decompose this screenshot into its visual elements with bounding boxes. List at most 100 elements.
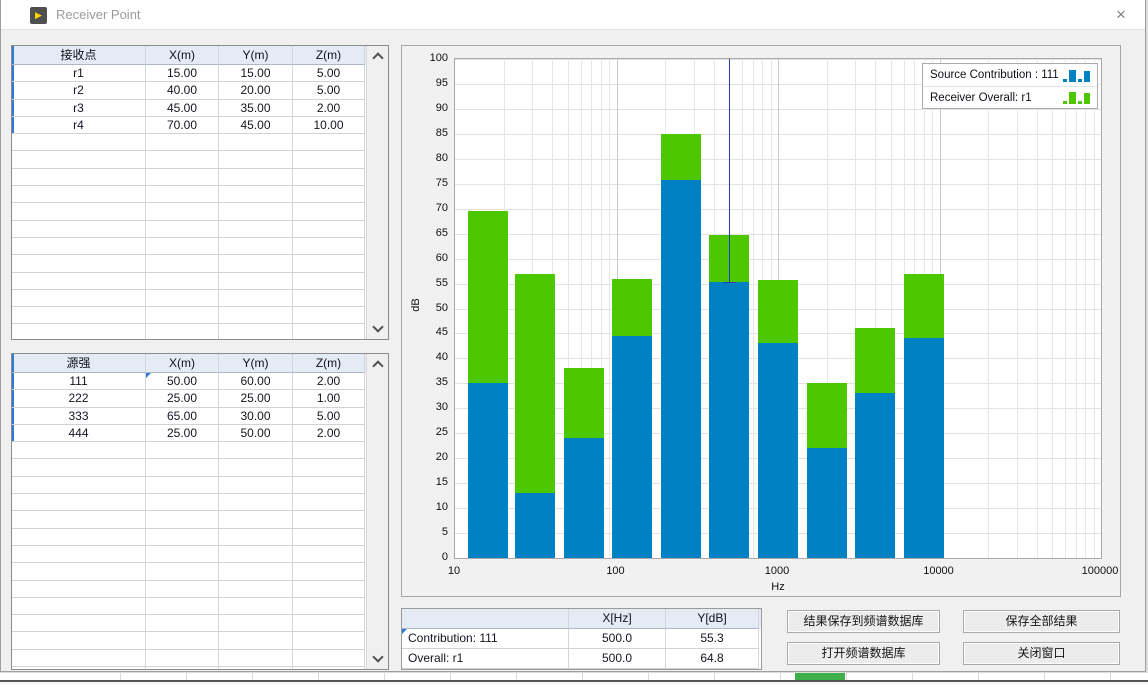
plot-legend[interactable]: Source Contribution : 111Receiver Overal… (922, 63, 1098, 109)
table-cell[interactable] (219, 529, 293, 546)
table-cell[interactable] (12, 529, 146, 546)
table-cell[interactable] (219, 667, 293, 669)
table-cell[interactable] (146, 307, 219, 324)
table-cell[interactable] (293, 632, 365, 649)
legend-item[interactable]: Source Contribution : 111 (923, 64, 1097, 86)
table-cell[interactable] (12, 511, 146, 528)
table-cell[interactable]: 500.0 (569, 649, 666, 669)
save-results-to-spectrum-db-button[interactable]: 结果保存到频谱数据库 (787, 610, 940, 633)
table-cell[interactable] (12, 134, 146, 151)
table-cell[interactable] (146, 459, 219, 476)
table-cell[interactable] (146, 186, 219, 203)
table-cell[interactable] (12, 650, 146, 667)
table-cell[interactable] (219, 598, 293, 615)
table-cell[interactable] (219, 324, 293, 339)
source-table-scrollbar[interactable] (366, 354, 388, 669)
table-cell[interactable]: r4 (12, 117, 146, 134)
table-cell[interactable] (146, 169, 219, 186)
table-cell[interactable]: 45.00 (219, 117, 293, 134)
table-cell[interactable] (12, 324, 146, 339)
table-cell[interactable] (293, 151, 365, 168)
receiver-table-scrollbar[interactable] (366, 46, 388, 339)
table-cell[interactable] (12, 238, 146, 255)
table-cell[interactable]: 15.00 (219, 65, 293, 82)
table-cell[interactable] (293, 598, 365, 615)
table-cell[interactable] (293, 511, 365, 528)
table-cell[interactable]: r2 (12, 82, 146, 99)
table-cell[interactable] (146, 511, 219, 528)
table-cell[interactable] (12, 598, 146, 615)
table-cell[interactable] (219, 186, 293, 203)
table-cell[interactable] (12, 255, 146, 272)
table-cell[interactable] (219, 494, 293, 511)
table-cell[interactable]: 30.00 (219, 408, 293, 425)
table-cell[interactable] (146, 667, 219, 669)
table-cell[interactable]: 45.00 (146, 100, 219, 117)
table-cell[interactable] (219, 134, 293, 151)
close-window-button[interactable]: 关闭窗口 (963, 642, 1120, 665)
table-cell[interactable] (293, 546, 365, 563)
table-cell[interactable]: 25.00 (146, 390, 219, 407)
chevron-up-icon[interactable] (372, 360, 383, 371)
table-cell[interactable]: 444 (12, 425, 146, 442)
table-cell[interactable] (12, 307, 146, 324)
table-cell[interactable] (146, 324, 219, 339)
table-cell[interactable]: Overall: r1 (402, 649, 569, 669)
table-cell[interactable] (293, 494, 365, 511)
table-cell[interactable]: 60.00 (219, 373, 293, 390)
table-cell[interactable] (12, 203, 146, 220)
table-cell[interactable] (12, 151, 146, 168)
table-cell[interactable] (12, 221, 146, 238)
plot-area[interactable] (454, 58, 1102, 559)
table-cell[interactable] (12, 546, 146, 563)
table-cell[interactable]: 5.00 (293, 82, 365, 99)
close-icon[interactable]: × (1109, 4, 1133, 26)
table-cell[interactable] (293, 203, 365, 220)
table-cell[interactable] (219, 546, 293, 563)
table-cell[interactable] (12, 186, 146, 203)
table-cell[interactable] (12, 615, 146, 632)
table-cell[interactable] (219, 151, 293, 168)
table-cell[interactable] (146, 273, 219, 290)
table-cell[interactable] (219, 650, 293, 667)
table-cell[interactable] (146, 581, 219, 598)
table-cell[interactable]: 2.00 (293, 100, 365, 117)
table-cell[interactable] (146, 529, 219, 546)
table-cell[interactable]: 15.00 (146, 65, 219, 82)
legend-item[interactable]: Receiver Overall: r1 (923, 86, 1097, 108)
save-all-results-button[interactable]: 保存全部结果 (963, 610, 1120, 633)
table-cell[interactable] (293, 290, 365, 307)
table-cell[interactable] (219, 459, 293, 476)
table-cell[interactable] (12, 494, 146, 511)
table-cell[interactable] (219, 169, 293, 186)
table-cell[interactable] (146, 238, 219, 255)
table-cell[interactable] (219, 511, 293, 528)
table-cell[interactable] (293, 442, 365, 459)
table-cell[interactable] (146, 546, 219, 563)
table-cell[interactable] (219, 615, 293, 632)
table-cell[interactable] (219, 563, 293, 580)
table-cell[interactable] (146, 203, 219, 220)
table-cell[interactable]: 64.8 (666, 649, 759, 669)
table-cell[interactable]: 55.3 (666, 629, 759, 649)
table-cell[interactable] (12, 273, 146, 290)
table-cell[interactable] (293, 186, 365, 203)
table-cell[interactable] (12, 667, 146, 669)
table-cell[interactable] (219, 203, 293, 220)
table-cell[interactable]: 50.00 (146, 373, 219, 390)
chevron-down-icon[interactable] (372, 651, 383, 662)
table-cell[interactable] (12, 581, 146, 598)
table-cell[interactable] (293, 529, 365, 546)
table-cell[interactable] (146, 598, 219, 615)
table-cell[interactable] (293, 273, 365, 290)
table-cell[interactable] (219, 221, 293, 238)
open-spectrum-db-button[interactable]: 打开频谱数据库 (787, 642, 940, 665)
table-cell[interactable] (293, 563, 365, 580)
table-cell[interactable] (12, 632, 146, 649)
table-cell[interactable] (146, 134, 219, 151)
table-cell[interactable]: 20.00 (219, 82, 293, 99)
table-cell[interactable] (146, 494, 219, 511)
table-cell[interactable] (146, 151, 219, 168)
table-cell[interactable] (293, 238, 365, 255)
table-cell[interactable] (12, 563, 146, 580)
